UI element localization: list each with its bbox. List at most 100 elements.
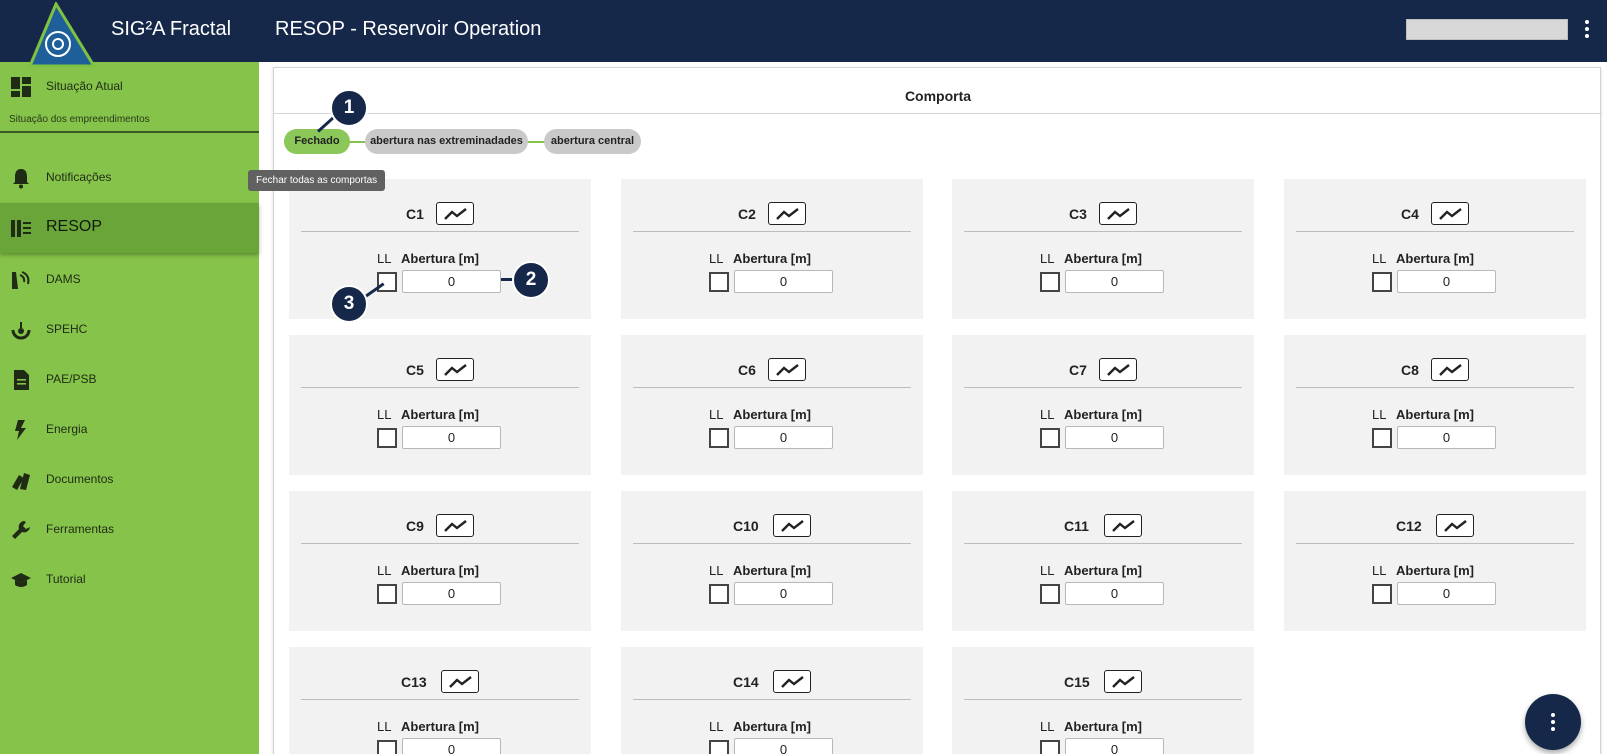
line-chart-icon [444,520,467,532]
ll-checkbox[interactable] [1372,428,1392,448]
opening-input[interactable] [734,738,833,754]
header-search-field[interactable] [1406,19,1568,40]
gate-chart-button[interactable] [1099,358,1137,381]
gate-name: C11 [1064,518,1089,534]
books-icon [12,473,30,490]
step-fechado-button[interactable]: Fechado [284,129,350,154]
opening-label: Abertura [m] [401,719,480,734]
gate-card: C10 LL Abertura [m] [621,491,923,631]
more-actions-button[interactable] [1525,694,1581,750]
opening-input[interactable] [1065,270,1164,293]
card-divider [301,231,579,232]
ll-checkbox[interactable] [377,272,397,292]
gate-chart-button[interactable] [1431,358,1469,381]
ll-label: LL [709,719,724,734]
ll-label: LL [709,407,724,422]
gate-chart-button[interactable] [436,358,474,381]
gate-chart-button[interactable] [436,514,474,537]
ll-checkbox[interactable] [709,584,729,604]
opening-input[interactable] [1397,582,1496,605]
opening-input[interactable] [734,426,833,449]
ll-label: LL [1040,251,1055,266]
opening-input[interactable] [402,582,501,605]
card-divider [964,699,1242,700]
gate-card: C4 LL Abertura [m] [1284,179,1586,319]
sidebar-item-spehc[interactable]: SPEHC [0,305,259,353]
gate-name: C10 [733,518,759,534]
ll-label: LL [1040,719,1055,734]
ll-checkbox[interactable] [1040,272,1060,292]
opening-label: Abertura [m] [401,251,480,266]
opening-label: Abertura [m] [733,563,812,578]
gate-card: C8 LL Abertura [m] [1284,335,1586,475]
line-chart-icon [449,676,472,688]
gate-chart-button[interactable] [773,670,811,693]
sidebar-item-energia[interactable]: Energia [0,405,259,453]
gate-chart-button[interactable] [1104,670,1142,693]
card-divider [964,543,1242,544]
gate-chart-button[interactable] [768,202,806,225]
gate-chart-button[interactable] [441,670,479,693]
ll-checkbox[interactable] [377,584,397,604]
opening-input[interactable] [1065,426,1164,449]
gate-chart-button[interactable] [1099,202,1137,225]
app-title: SIG²A Fractal [111,18,232,40]
sidebar-item-resop[interactable]: RESOP [0,203,259,253]
ll-label: LL [1040,563,1055,578]
card-divider [1296,543,1574,544]
ll-checkbox[interactable] [1372,584,1392,604]
gate-chart-button[interactable] [1436,514,1474,537]
gate-chart-button[interactable] [436,202,474,225]
opening-label: Abertura [m] [1396,251,1475,266]
ll-checkbox[interactable] [709,272,729,292]
ll-checkbox[interactable] [1040,428,1060,448]
gate-card: C2 LL Abertura [m] [621,179,923,319]
line-chart-icon [1112,676,1135,688]
gate-chart-button[interactable] [768,358,806,381]
opening-input[interactable] [1065,582,1164,605]
opening-input[interactable] [1065,738,1164,754]
sidebar-item-notificacoes[interactable]: Notificações [0,153,259,201]
step-abertura-central-button[interactable]: abertura central [544,129,641,154]
line-chart-icon [1107,208,1130,220]
card-divider [964,387,1242,388]
ll-label: LL [1372,407,1387,422]
line-chart-icon [776,208,799,220]
sidebar-item-dams[interactable]: DAMS [0,255,259,303]
step-abertura-extremidades-button[interactable]: abertura nas extreminadades [365,129,528,154]
gate-name: C8 [1401,362,1419,378]
sidebar-item-documentos[interactable]: Documentos [0,455,259,503]
gate-card: C15 LL Abertura [m] [952,647,1254,754]
opening-input[interactable] [1397,270,1496,293]
ll-checkbox[interactable] [1040,584,1060,604]
ll-checkbox[interactable] [1040,740,1060,754]
header-menu-icon[interactable] [1582,20,1592,42]
step-connector [527,141,545,143]
opening-input[interactable] [402,738,501,754]
ll-checkbox[interactable] [377,428,397,448]
sidebar-item-situacao-atual[interactable]: Situação Atual [0,62,259,110]
ll-checkbox[interactable] [377,740,397,754]
opening-label: Abertura [m] [733,407,812,422]
opening-label: Abertura [m] [1064,251,1143,266]
sidebar-item-pae-psb[interactable]: PAE/PSB [0,355,259,403]
gate-chart-button[interactable] [1431,202,1469,225]
gate-card: C7 LL Abertura [m] [952,335,1254,475]
opening-input[interactable] [402,426,501,449]
opening-input[interactable] [402,270,501,293]
gate-card: C9 LL Abertura [m] [289,491,591,631]
sidebar-item-tutorial[interactable]: Tutorial [0,555,259,603]
gate-chart-button[interactable] [773,514,811,537]
page-title: RESOP - Reservoir Operation [275,18,542,40]
opening-input[interactable] [1397,426,1496,449]
opening-input[interactable] [734,582,833,605]
ll-label: LL [377,251,392,266]
ll-checkbox[interactable] [709,740,729,754]
line-chart-icon [1112,520,1135,532]
opening-label: Abertura [m] [401,563,480,578]
sidebar-item-ferramentas[interactable]: Ferramentas [0,505,259,553]
ll-checkbox[interactable] [709,428,729,448]
ll-checkbox[interactable] [1372,272,1392,292]
gate-chart-button[interactable] [1104,514,1142,537]
opening-input[interactable] [734,270,833,293]
